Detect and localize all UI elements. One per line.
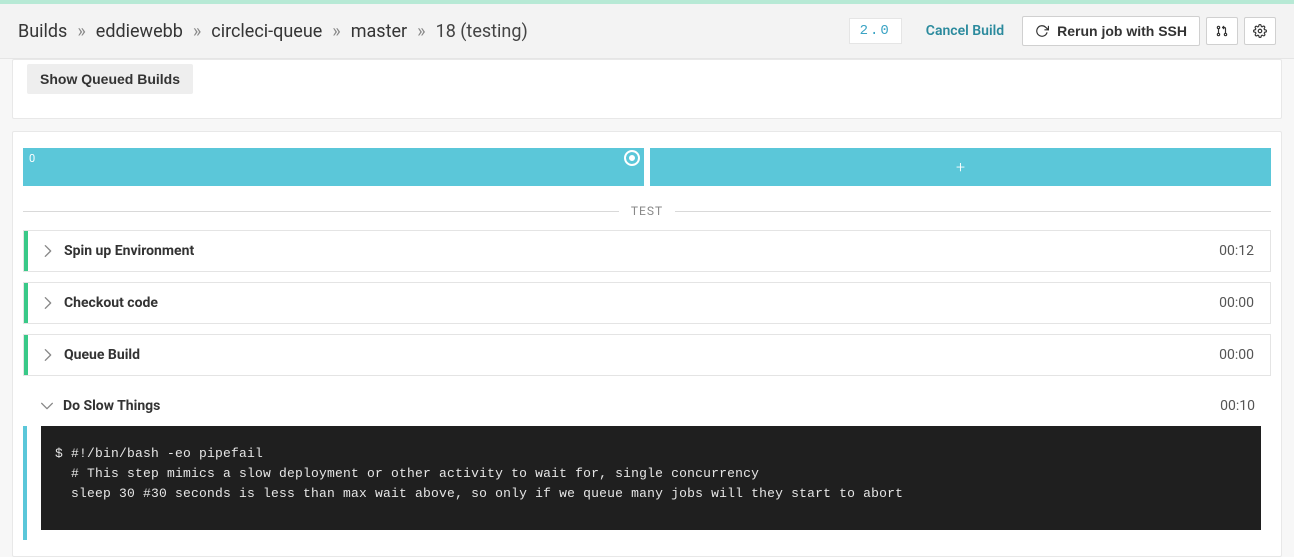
segment-add[interactable]: + <box>650 148 1271 186</box>
chevron-right-icon <box>40 243 56 259</box>
section-divider: TEST <box>23 204 1271 218</box>
show-queued-button[interactable]: Show Queued Builds <box>27 64 193 94</box>
version-badge: 2.0 <box>849 18 902 44</box>
breadcrumb-repo[interactable]: circleci-queue <box>211 21 322 42</box>
pull-request-button[interactable] <box>1206 17 1238 45</box>
segment-bar: 0 + <box>13 148 1281 186</box>
breadcrumb-org[interactable]: eddiewebb <box>96 21 183 42</box>
chevron-right-icon <box>40 295 56 311</box>
chevron-right-icon <box>40 347 56 363</box>
step-time: 00:10 <box>1220 398 1271 414</box>
settings-button[interactable] <box>1244 17 1276 45</box>
step-time: 00:00 <box>1219 347 1270 363</box>
chevron-right-icon: » <box>417 21 425 42</box>
step-time: 00:12 <box>1219 243 1270 259</box>
cancel-build-link[interactable]: Cancel Build <box>926 23 1004 39</box>
pull-request-icon <box>1215 24 1229 38</box>
queued-panel: Show Queued Builds <box>12 59 1282 119</box>
console-output: $ #!/bin/bash -eo pipefail # This step m… <box>41 426 1261 530</box>
step-title: Checkout code <box>64 283 158 323</box>
chevron-down-icon <box>39 398 55 414</box>
step-title: Queue Build <box>64 335 140 375</box>
record-icon <box>626 152 638 164</box>
step-checkout[interactable]: Checkout code 00:00 <box>23 282 1271 324</box>
refresh-icon <box>1035 24 1049 38</box>
plus-icon: + <box>956 158 965 177</box>
header-bar: Builds » eddiewebb » circleci-queue » ma… <box>0 4 1294 59</box>
step-title: Do Slow Things <box>63 386 160 426</box>
status-indicator-success <box>24 283 28 323</box>
status-indicator-success <box>24 335 28 375</box>
step-list: Spin up Environment 00:12 Checkout code … <box>13 230 1281 540</box>
rerun-ssh-label: Rerun job with SSH <box>1057 23 1187 39</box>
step-time: 00:00 <box>1219 295 1270 311</box>
chevron-right-icon: » <box>77 21 85 42</box>
segment-0[interactable]: 0 <box>23 148 644 186</box>
step-do-slow-things: Do Slow Things 00:10 $ #!/bin/bash -eo p… <box>23 386 1271 540</box>
step-title: Spin up Environment <box>64 231 194 271</box>
rerun-ssh-button[interactable]: Rerun job with SSH <box>1022 16 1200 46</box>
build-panel: 0 + TEST Spin up Environment 00:12 Check… <box>12 131 1282 557</box>
step-header[interactable]: Do Slow Things 00:10 <box>23 386 1271 426</box>
section-label: TEST <box>619 204 675 218</box>
breadcrumb-builds[interactable]: Builds <box>18 21 67 42</box>
step-queue-build[interactable]: Queue Build 00:00 <box>23 334 1271 376</box>
step-spin-up[interactable]: Spin up Environment 00:12 <box>23 230 1271 272</box>
breadcrumb: Builds » eddiewebb » circleci-queue » ma… <box>18 21 528 42</box>
gear-icon <box>1253 24 1267 38</box>
chevron-right-icon: » <box>193 21 201 42</box>
segment-0-label: 0 <box>29 152 35 165</box>
breadcrumb-branch[interactable]: master <box>351 21 407 42</box>
status-indicator-success <box>24 231 28 271</box>
breadcrumb-build: 18 (testing) <box>436 21 528 42</box>
chevron-right-icon: » <box>332 21 340 42</box>
